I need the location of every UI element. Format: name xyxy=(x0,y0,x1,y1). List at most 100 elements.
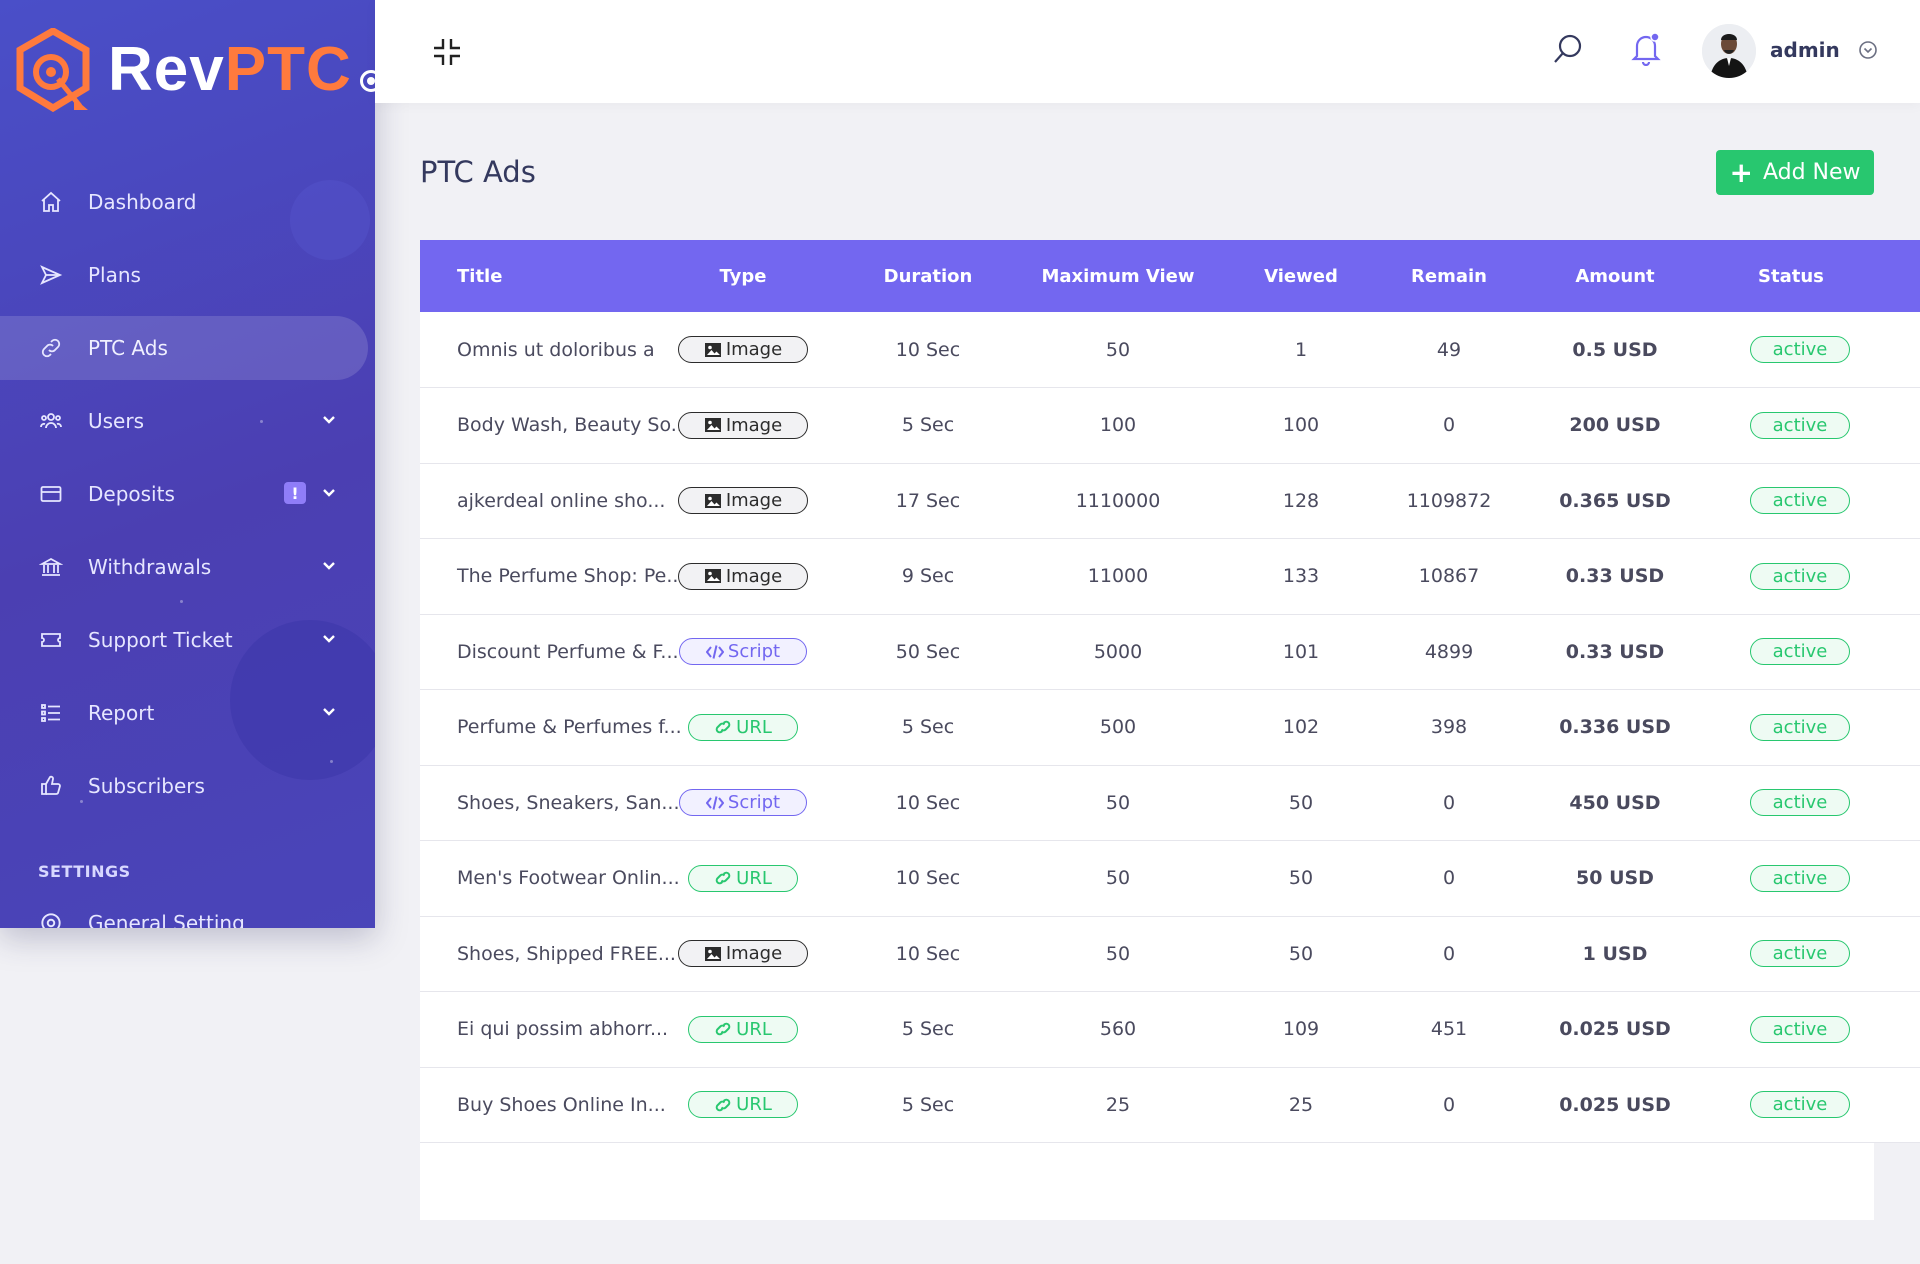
table-row[interactable]: Buy Shoes Online In... URL 5 Sec 25 25 0 0.025… xyxy=(420,1067,1920,1143)
remain: 398 xyxy=(1430,716,1468,739)
bell-icon[interactable] xyxy=(1629,30,1663,66)
status-badge: active xyxy=(1750,940,1850,968)
amount: 0.336 USD xyxy=(1559,716,1671,739)
maximum-view: 50 xyxy=(1105,338,1131,361)
maximum-view: 100 xyxy=(1099,414,1137,437)
sidebar-item-ptc-ads[interactable]: PTC Ads xyxy=(0,316,368,380)
maximum-view: 500 xyxy=(1099,716,1137,739)
logo-mark-icon xyxy=(16,28,90,112)
sidebar-item-label: Report xyxy=(88,701,155,725)
ad-title: Shoes, Shipped FREE... xyxy=(457,942,676,965)
type-label: URL xyxy=(736,1094,772,1116)
status-badge: active xyxy=(1750,411,1850,439)
sidebar-item-general-setting[interactable]: General Setting xyxy=(38,910,245,928)
duration: 9 Sec xyxy=(901,565,955,588)
chevron-down-icon xyxy=(323,416,335,424)
status-badge: active xyxy=(1750,1015,1850,1043)
type-badge: URL xyxy=(688,1091,798,1119)
users-icon xyxy=(38,408,64,434)
table-row[interactable]: Omnis ut doloribus a Image 10 Sec 50 1 49 0.5 … xyxy=(420,312,1920,388)
type-cell: Image xyxy=(652,312,834,388)
sidebar-item-label: General Setting xyxy=(88,911,245,928)
status-badge: active xyxy=(1750,562,1850,590)
amount: 450 USD xyxy=(1569,791,1661,814)
sidebar-item-label: Withdrawals xyxy=(88,555,212,579)
type-badge: Image xyxy=(678,562,808,590)
duration: 10 Sec xyxy=(895,791,961,814)
duration: 10 Sec xyxy=(895,942,961,965)
ad-title: Men's Footwear Onlin... xyxy=(457,867,680,890)
user-name[interactable]: admin xyxy=(1770,38,1840,62)
sidebar-item-report[interactable]: Report xyxy=(0,681,375,745)
topbar: admin xyxy=(375,0,1920,103)
type-label: Image xyxy=(725,943,783,965)
ad-title: Ei qui possim abhorr... xyxy=(457,1018,669,1041)
status-cell: active xyxy=(1720,841,1920,917)
table-row[interactable]: Body Wash, Beauty So... Image 5 Sec 100 100 0… xyxy=(420,387,1920,464)
table-row[interactable]: Perfume & Perfumes f... URL 5 Sec 500 102 398… xyxy=(420,689,1920,766)
maximum-view: 50 xyxy=(1105,791,1131,814)
type-badge: Image xyxy=(678,940,808,968)
table-row[interactable]: Men's Footwear Onlin... URL 10 Sec 50 50 0 50 … xyxy=(420,840,1920,917)
status-badge: active xyxy=(1750,789,1850,817)
column-header: Viewed xyxy=(1264,265,1338,287)
type-label: URL xyxy=(736,867,772,889)
remain: 4899 xyxy=(1424,640,1474,663)
brand-logo[interactable]: RevPTC xyxy=(14,28,375,112)
type-badge: Script xyxy=(679,638,807,666)
table-header-row: Title Type Duration Maximum View Viewed … xyxy=(420,240,1920,312)
type-badge: Image xyxy=(678,487,808,515)
sidebar-item-deposits[interactable]: Deposits ! xyxy=(0,462,375,526)
add-new-button[interactable]: + Add New xyxy=(1716,150,1874,195)
maximum-view: 11000 xyxy=(1087,565,1149,588)
sidebar-item-support-ticket[interactable]: Support Ticket xyxy=(0,608,375,672)
maximum-view: 560 xyxy=(1099,1018,1137,1041)
settings-icon xyxy=(38,910,64,928)
table-row[interactable]: The Perfume Shop: Pe... Image 9 Sec 11000 13… xyxy=(420,538,1920,614)
duration: 5 Sec xyxy=(901,1093,955,1116)
link-icon xyxy=(715,871,731,885)
duration: 5 Sec xyxy=(901,1018,955,1041)
viewed: 109 xyxy=(1282,1018,1320,1041)
ad-title: The Perfume Shop: Pe... xyxy=(457,565,685,588)
sidebar: RevPTC Dashboard Plans PTC Ads Users Dep… xyxy=(0,0,375,928)
amount: 0.33 USD xyxy=(1565,565,1665,588)
avatar[interactable] xyxy=(1702,24,1756,78)
sidebar-item-users[interactable]: Users xyxy=(0,389,375,453)
status-cell: active xyxy=(1720,690,1920,766)
remain: 0 xyxy=(1442,1093,1456,1116)
fullscreen-exit-icon[interactable] xyxy=(431,36,463,68)
home-icon xyxy=(38,189,64,215)
table-row[interactable]: ajkerdeal online sho... Image 17 Sec 111000… xyxy=(420,463,1920,539)
column-header: Remain xyxy=(1411,265,1487,287)
ad-title: Perfume & Perfumes f... xyxy=(457,716,682,739)
status-cell: active xyxy=(1720,388,1920,464)
table-row[interactable]: Shoes, Sneakers, San... Script 10 Sec 50 50 0… xyxy=(420,765,1920,841)
table-row[interactable]: Shoes, Shipped FREE... Image 10 Sec 50 50 0 1 … xyxy=(420,916,1920,992)
code-icon xyxy=(705,645,724,659)
status-cell: active xyxy=(1720,312,1920,388)
sidebar-item-withdrawals[interactable]: Withdrawals xyxy=(0,535,375,599)
chevron-down-icon xyxy=(323,489,335,497)
search-icon[interactable] xyxy=(1551,32,1585,66)
image-icon xyxy=(704,946,721,961)
amount: 200 USD xyxy=(1569,414,1661,437)
table-row[interactable]: Discount Perfume & F... Script 50 Sec 5000 1… xyxy=(420,614,1920,690)
viewed: 25 xyxy=(1288,1093,1314,1116)
column-header: Status xyxy=(1758,265,1824,287)
link-icon xyxy=(38,335,64,361)
alert-badge: ! xyxy=(284,482,306,504)
amount: 0.33 USD xyxy=(1565,640,1665,663)
type-label: Image xyxy=(725,414,783,436)
ad-title: Shoes, Sneakers, San... xyxy=(457,791,680,814)
amount: 50 USD xyxy=(1576,867,1654,890)
ad-title: Body Wash, Beauty So... xyxy=(457,414,689,437)
chevron-down-circle-icon[interactable] xyxy=(1858,40,1878,60)
ad-title: Discount Perfume & F... xyxy=(457,640,679,663)
list-icon xyxy=(38,700,64,726)
sidebar-item-dashboard[interactable]: Dashboard xyxy=(0,170,375,234)
sidebar-item-subscribers[interactable]: Subscribers xyxy=(0,754,375,818)
sidebar-item-plans[interactable]: Plans xyxy=(0,243,375,307)
table-row[interactable]: Ei qui possim abhorr... URL 5 Sec 560 109 451… xyxy=(420,991,1920,1067)
send-icon xyxy=(38,262,64,288)
